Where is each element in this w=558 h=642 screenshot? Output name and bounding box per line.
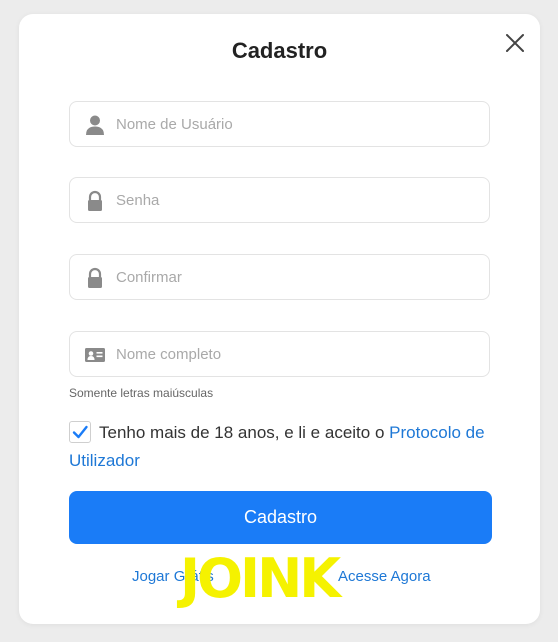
- username-input[interactable]: [116, 102, 476, 146]
- password-field[interactable]: [69, 177, 490, 223]
- lock-icon: [84, 190, 106, 212]
- signup-submit-button[interactable]: Cadastro: [69, 491, 492, 544]
- fullname-input[interactable]: [116, 332, 476, 376]
- watermark-logo: JOINK: [180, 547, 341, 610]
- modal-title: Cadastro: [231, 38, 328, 63]
- id-card-icon: [84, 344, 106, 366]
- signup-modal: Cadastro Nome de Usuário Nome completo S…: [19, 14, 540, 624]
- close-icon[interactable]: [503, 31, 527, 55]
- user-icon: [84, 114, 106, 136]
- fullname-hint: Somente letras maiúsculas: [69, 386, 214, 400]
- lock-icon: [84, 267, 106, 289]
- agreement-row: Tenho mais de 18 anos, e li e aceito o P…: [69, 419, 499, 475]
- fullname-field[interactable]: [69, 331, 490, 377]
- confirm-password-field[interactable]: [69, 254, 490, 300]
- agreement-checkbox[interactable]: [69, 421, 91, 443]
- password-input[interactable]: [116, 178, 476, 222]
- agreement-text: Tenho mais de 18 anos, e li e aceito o: [99, 423, 385, 442]
- check-icon: [72, 425, 88, 439]
- login-now-link[interactable]: Acesse Agora: [338, 568, 431, 585]
- confirm-password-input[interactable]: [116, 255, 476, 299]
- username-field[interactable]: [69, 101, 490, 147]
